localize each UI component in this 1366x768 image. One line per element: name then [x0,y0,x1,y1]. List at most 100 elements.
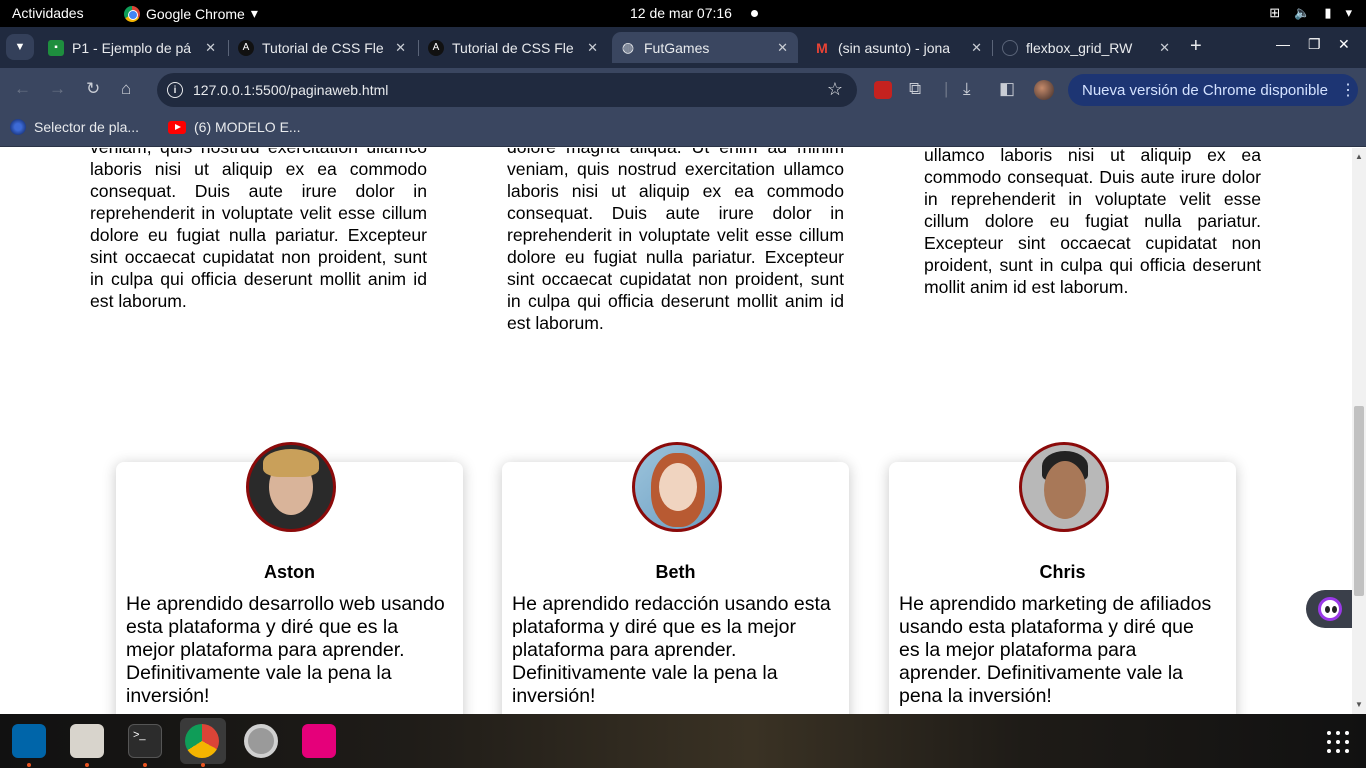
bookmark-label: (6) MODELO E... [194,119,301,135]
testimonial-quote: He aprendido redacción usando esta plata… [512,593,831,707]
settings-icon[interactable] [244,724,278,758]
testimonial-name: Chris [1039,562,1086,582]
tab-separator [992,40,993,56]
chrome-icon [124,5,140,22]
volume-icon: 🔈 [1294,5,1311,20]
github-icon [1002,39,1018,56]
tab-2[interactable]: A Tutorial de CSS Fle ✕ [230,32,416,63]
tab-bar: ▼ ▪ P1 - Ejemplo de pá ✕ A Tutorial de C… [0,27,1366,68]
bookmark-label: Selector de pla... [34,119,140,135]
battery-icon: ▮ [1324,5,1332,20]
tab-title: Tutorial de CSS Fle [452,39,574,56]
chat-widget-button[interactable] [1306,590,1352,628]
tab-title: Tutorial de CSS Fle [262,39,384,56]
terminal-icon[interactable]: >_ [128,724,162,758]
face-shape [1044,461,1086,519]
close-icon[interactable]: ✕ [971,40,982,56]
new-tab-button[interactable]: + [1190,35,1202,58]
system-top-bar: Actividades Google Chrome ▾ 12 de mar 07… [0,0,1366,27]
update-label: Nueva versión de Chrome disponible [1082,81,1328,99]
dock: >_ [0,714,1366,768]
codepen-icon: A [238,39,254,56]
tab-title: (sin asunto) - jona [838,39,951,56]
close-icon[interactable]: ✕ [205,40,216,56]
forward-button[interactable]: → [49,80,66,98]
tab-5[interactable]: M (sin asunto) - jona ✕ [806,32,992,63]
side-panel-icon[interactable]: ◧ [999,80,1015,98]
vscode-icon[interactable] [12,724,46,758]
profile-avatar[interactable] [1034,80,1054,100]
tab-title: FutGames [644,39,710,56]
column-text-3: ullamco laboris nisi ut aliquip ex ea co… [924,148,1261,297]
scroll-down-icon[interactable]: ▼ [1355,700,1363,709]
back-button[interactable]: ← [14,80,31,98]
chrome-update-button[interactable]: Nueva versión de Chrome disponible ⋮ [1068,74,1358,106]
avatar [1019,442,1109,532]
page-scrollbar[interactable]: ▲ ▼ [1352,148,1366,714]
running-indicator [85,763,89,767]
browser-toolbar: ← → ↻ ⌂ i 127.0.0.1:5500/paginaweb.html … [0,68,1366,112]
extension-icon[interactable] [874,81,892,99]
tab-search-button[interactable]: ▼ [6,34,34,60]
tab-separator [228,40,229,56]
info-icon[interactable]: i [167,82,183,98]
tab-3[interactable]: A Tutorial de CSS Fle ✕ [420,32,608,63]
gmail-icon: M [816,39,828,56]
network-icon: ⊞ [1269,5,1281,20]
app-grid-icon[interactable] [1327,731,1349,753]
minimize-button[interactable]: — [1276,36,1290,52]
face-shape [659,463,697,511]
testimonial-quote: He aprendido marketing de afiliados usan… [899,593,1212,707]
bookmark-2[interactable]: (6) MODELO E... [168,119,301,135]
activities-button[interactable]: Actividades [12,5,84,21]
testimonial-name: Aston [264,562,315,582]
testimonial-quote: He aprendido desarrollo web usando esta … [126,593,445,707]
youtube-icon [168,120,186,134]
home-button[interactable]: ⌂ [121,80,131,98]
testimonial-name: Beth [655,562,696,582]
url-text[interactable]: 127.0.0.1:5500/paginaweb.html [193,82,388,98]
page-viewport: veniam, quis nostrud exercitation ullamc… [0,148,1352,714]
close-icon[interactable]: ✕ [1159,40,1170,56]
avatar [632,442,722,532]
system-tray[interactable]: ⊞ 🔈 ▮ ▾ [1269,5,1352,21]
files-icon[interactable] [70,724,104,758]
scroll-up-icon[interactable]: ▲ [1355,152,1363,161]
maximize-button[interactable]: ❐ [1308,36,1321,53]
globe-icon: ◍ [621,39,635,55]
close-icon[interactable]: ✕ [587,40,598,56]
running-indicator [27,763,31,767]
google-classroom-icon: ▪ [48,39,64,56]
caret-down-icon: ▾ [250,5,258,21]
scrollbar-thumb[interactable] [1354,406,1364,596]
column-text-2: dolore magna aliqua. Ut enim ad minim ve… [507,148,844,333]
chevron-down-icon: ▾ [1345,5,1352,20]
hair-shape [263,449,319,477]
chevron-down-icon: ▼ [14,41,26,53]
web-icon [10,119,26,135]
running-indicator [143,763,147,767]
tab-6[interactable]: flexbox_grid_RW ✕ [994,32,1180,63]
close-icon[interactable]: ✕ [777,40,788,56]
bot-face-icon [1318,597,1342,621]
bookmark-star-icon[interactable]: ☆ [827,79,843,100]
tab-1[interactable]: ▪ P1 - Ejemplo de pá ✕ [40,32,226,63]
download-icon[interactable]: ⤓ [963,80,971,98]
bookmarks-bar: Selector de pla... (6) MODELO E... [0,112,1366,147]
more-menu-icon: ⋮ [1339,82,1356,99]
clock[interactable]: 12 de mar 07:16 [630,5,732,21]
notification-dot-icon [751,10,758,17]
tab-4-active[interactable]: ◍ FutGames ✕ [612,32,798,63]
address-bar[interactable]: i 127.0.0.1:5500/paginaweb.html ☆ [157,73,857,107]
chrome-icon[interactable] [185,724,219,758]
tab-title: flexbox_grid_RW [1026,39,1133,56]
app-menu[interactable]: Google Chrome ▾ [124,5,258,22]
screenshot-tool-icon[interactable] [302,724,336,758]
close-window-button[interactable]: ✕ [1338,36,1350,53]
tab-separator [418,40,419,56]
reload-button[interactable]: ↻ [86,80,100,98]
extensions-puzzle-icon[interactable]: ⧉ [909,80,921,98]
divider: | [944,79,949,98]
bookmark-1[interactable]: Selector de pla... [10,119,139,135]
close-icon[interactable]: ✕ [395,40,406,56]
